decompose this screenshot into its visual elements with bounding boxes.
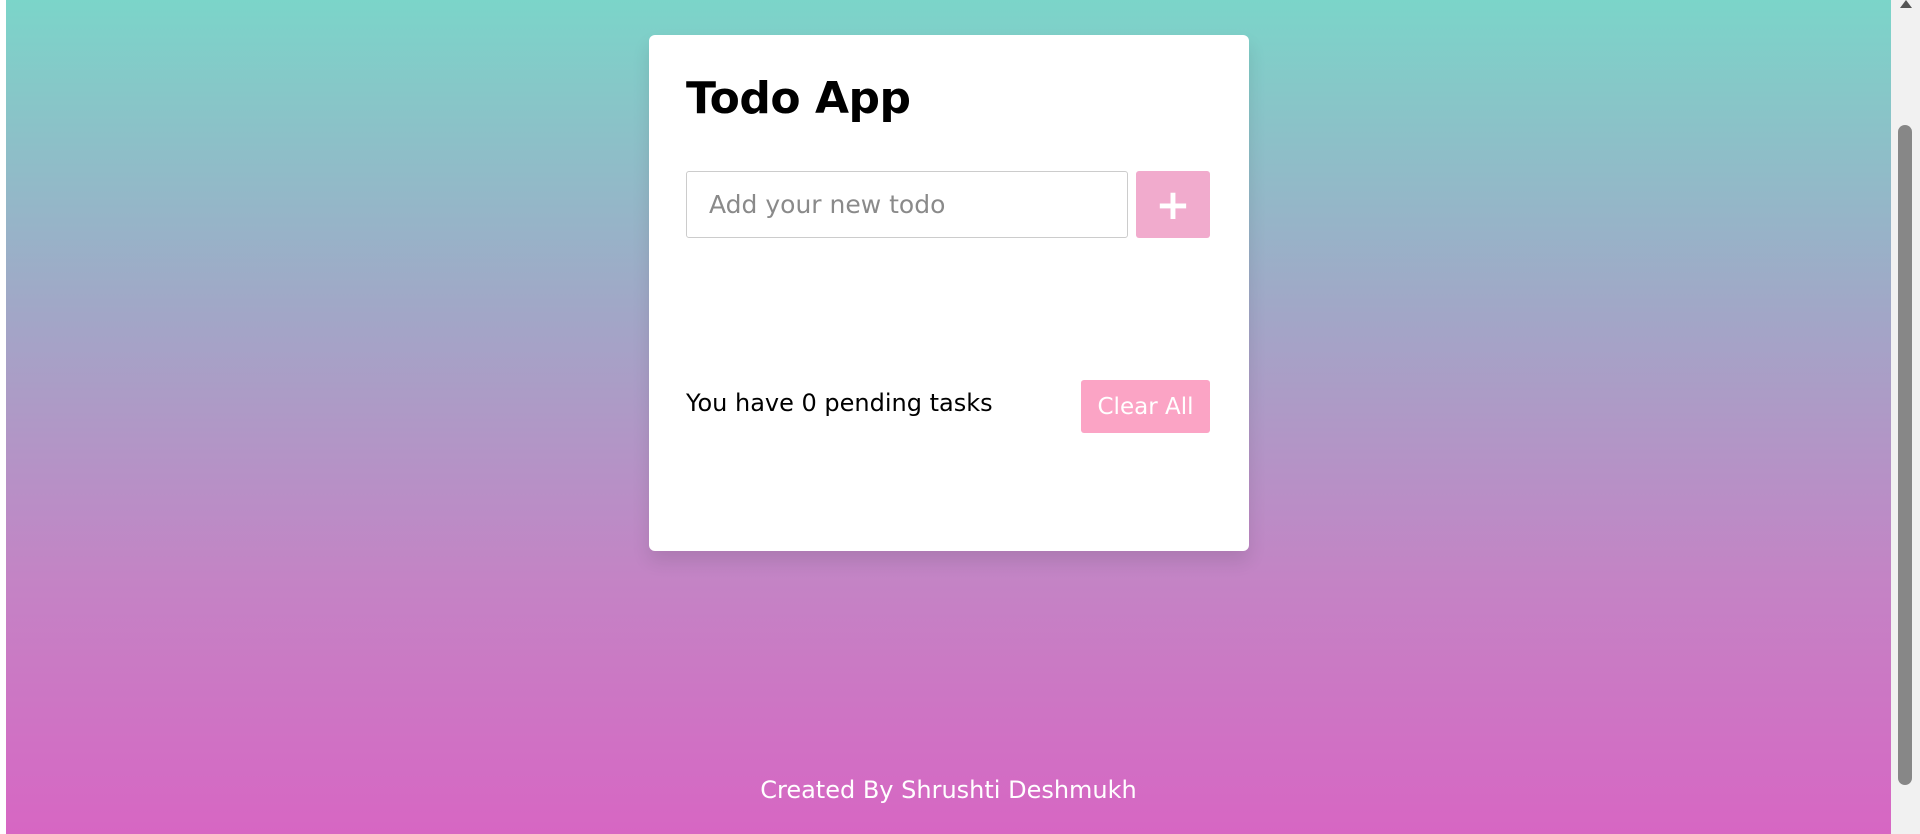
new-todo-input[interactable] <box>686 171 1128 238</box>
vertical-scrollbar[interactable] <box>1891 0 1920 834</box>
pending-tasks-count: You have 0 pending tasks <box>686 389 993 417</box>
plus-icon: + <box>1155 179 1191 229</box>
add-todo-button[interactable]: + <box>1136 171 1210 238</box>
page-title: Todo App <box>686 73 911 124</box>
scroll-up-arrow-icon[interactable] <box>1900 0 1912 8</box>
page-background: Todo App + You have 0 pending tasks Clea… <box>6 0 1891 834</box>
scrollbar-thumb[interactable] <box>1898 125 1912 785</box>
todo-card: Todo App + You have 0 pending tasks Clea… <box>649 35 1249 551</box>
footer-credit: Created By Shrushti Deshmukh <box>760 776 1137 804</box>
clear-all-button[interactable]: Clear All <box>1081 380 1210 433</box>
